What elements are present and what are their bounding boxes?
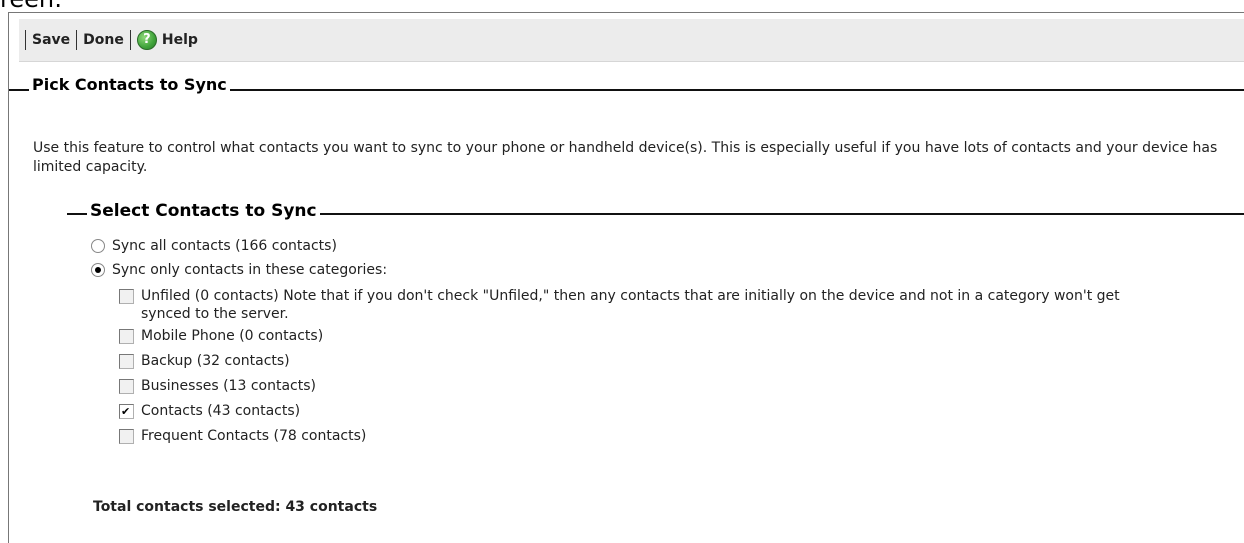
businesses-checkbox[interactable] xyxy=(119,379,134,394)
category-backup[interactable]: Backup (32 contacts) xyxy=(119,352,290,370)
category-mobile-phone[interactable]: Mobile Phone (0 contacts) xyxy=(119,327,323,345)
category-frequent-contacts[interactable]: Frequent Contacts (78 contacts) xyxy=(119,427,366,445)
radio-sync-categories[interactable]: Sync only contacts in these categories: xyxy=(91,261,387,279)
category-businesses[interactable]: Businesses (13 contacts) xyxy=(119,377,316,395)
toolbar-separator xyxy=(129,30,131,50)
page-fragment-text: reen: xyxy=(0,0,62,12)
backup-label: Backup (32 contacts) xyxy=(141,353,290,369)
help-button[interactable]: ? Help xyxy=(136,30,198,50)
section-title: Pick Contacts to Sync xyxy=(29,75,230,94)
toolbar-separator xyxy=(25,30,26,50)
help-label: Help xyxy=(161,32,198,48)
main-frame: Save Done ? Help Pick Contacts to Sync U… xyxy=(8,12,1244,543)
sync-categories-label: Sync only contacts in these categories: xyxy=(112,262,388,278)
save-button[interactable]: Save xyxy=(32,32,70,48)
sync-all-label: Sync all contacts (166 contacts) xyxy=(112,238,337,254)
businesses-label: Businesses (13 contacts) xyxy=(141,378,316,394)
section-description: Use this feature to control what contact… xyxy=(33,140,1218,175)
unfiled-label: Unfiled (0 contacts) Note that if you do… xyxy=(141,288,1120,322)
category-contacts[interactable]: Contacts (43 contacts) xyxy=(119,402,300,420)
sync-categories-radio[interactable] xyxy=(91,263,105,277)
radio-sync-all[interactable]: Sync all contacts (166 contacts) xyxy=(91,237,337,255)
subsection-title: Select Contacts to Sync xyxy=(87,201,320,221)
sync-all-radio[interactable] xyxy=(91,239,105,253)
contacts-checkbox[interactable] xyxy=(119,404,134,419)
backup-checkbox[interactable] xyxy=(119,354,134,369)
frequent-contacts-label: Frequent Contacts (78 contacts) xyxy=(141,428,367,444)
mobile-phone-checkbox[interactable] xyxy=(119,329,134,344)
frequent-contacts-checkbox[interactable] xyxy=(119,429,134,444)
mobile-phone-label: Mobile Phone (0 contacts) xyxy=(141,328,324,344)
done-button[interactable]: Done xyxy=(83,32,124,48)
contacts-label: Contacts (43 contacts) xyxy=(141,403,301,419)
toolbar-separator xyxy=(76,30,78,50)
unfiled-checkbox[interactable] xyxy=(119,289,134,304)
help-icon: ? xyxy=(136,30,157,50)
total-selected-text: Total contacts selected: 43 contacts xyxy=(93,499,378,515)
toolbar: Save Done ? Help xyxy=(19,19,1244,62)
category-unfiled[interactable]: Unfiled (0 contacts) Note that if you do… xyxy=(119,287,1129,323)
